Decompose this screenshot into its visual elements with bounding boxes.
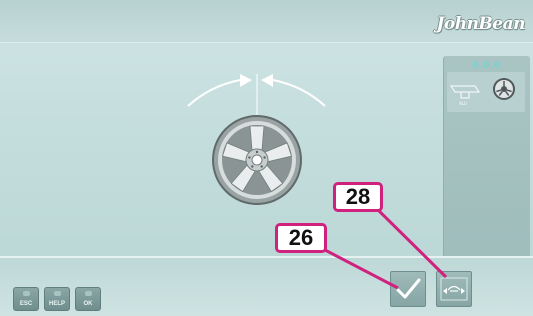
callout-second-leader (373, 205, 448, 279)
callout-leader-lines (324, 205, 448, 290)
callout-first: 26 (275, 223, 327, 253)
callout-second: 28 (333, 182, 383, 212)
balancer-screen: JohnBean 0.0.0 ALU ESC HELP OK 26 28 (0, 0, 533, 316)
callout-first-leader (324, 248, 399, 290)
callout-second-label: 28 (345, 184, 371, 209)
callout-first-label: 26 (288, 225, 314, 250)
